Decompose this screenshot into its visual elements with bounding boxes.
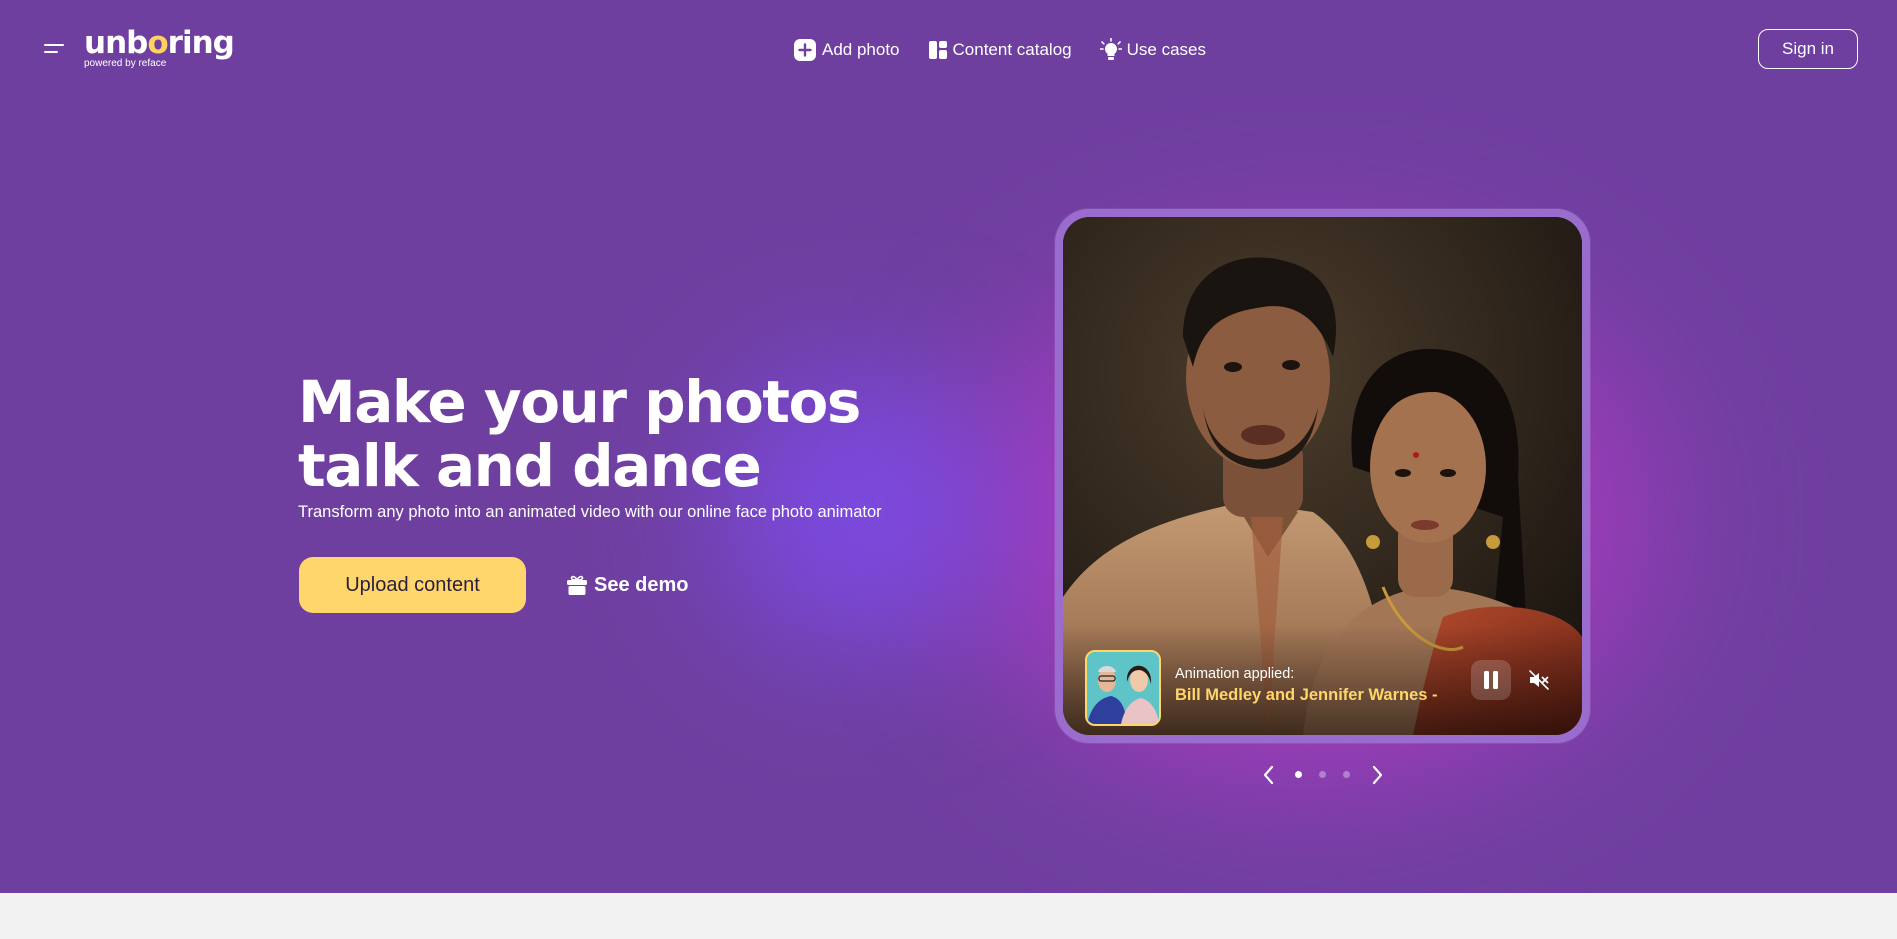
lightbulb-icon <box>1099 38 1122 60</box>
sign-in-button[interactable]: Sign in <box>1758 29 1858 69</box>
plus-square-icon <box>794 39 816 61</box>
hero-section: unboring powered by reface Add photo Con… <box>0 0 1897 893</box>
chevron-left-icon <box>1263 765 1274 785</box>
hero-headline-line2: talk and dance <box>298 432 762 500</box>
video-player[interactable]: Animation applied: Bill Medley and Jenni… <box>1063 217 1582 735</box>
speaker-muted-icon <box>1529 670 1549 690</box>
nav-add-photo[interactable]: Add photo <box>793 38 900 62</box>
carousel-dot-3[interactable] <box>1343 771 1350 778</box>
site-header: unboring powered by reface Add photo Con… <box>0 0 1897 100</box>
animation-thumbnail-image <box>1087 652 1159 724</box>
carousel-dot-1[interactable] <box>1295 771 1302 778</box>
pause-button[interactable] <box>1471 660 1511 700</box>
mute-button[interactable] <box>1521 662 1557 698</box>
hero-subheading: Transform any photo into an animated vid… <box>298 503 882 521</box>
nav-add-photo-label: Add photo <box>822 40 900 59</box>
hamburger-menu-icon[interactable] <box>44 42 66 56</box>
logo-wordmark: unboring <box>84 25 235 61</box>
see-demo-label: See demo <box>594 573 689 596</box>
below-fold-section <box>0 893 1897 939</box>
nav-use-cases-label: Use cases <box>1126 40 1206 59</box>
nav-use-cases[interactable]: Use cases <box>1099 38 1206 62</box>
hero-headline: Make your photos talk and dance <box>298 370 958 498</box>
animation-title[interactable]: Bill Medley and Jennifer Warnes - <box>1175 686 1438 705</box>
pause-icon <box>1484 671 1498 689</box>
carousel-dot-2[interactable] <box>1319 771 1326 778</box>
carousel-next-button[interactable] <box>1368 764 1386 786</box>
nav-content-catalog[interactable]: Content catalog <box>928 38 1072 62</box>
nav-content-catalog-label: Content catalog <box>952 40 1072 59</box>
upload-content-button[interactable]: Upload content <box>299 557 526 613</box>
carousel-prev-button[interactable] <box>1260 764 1278 786</box>
main-nav: Add photo Content catalog Use cases <box>793 38 1206 62</box>
see-demo-button[interactable]: See demo <box>566 570 688 600</box>
catalog-icon <box>928 41 947 59</box>
chevron-right-icon <box>1372 765 1383 785</box>
video-card: Animation applied: Bill Medley and Jenni… <box>1055 209 1590 743</box>
brand-logo[interactable]: unboring powered by reface <box>84 25 235 70</box>
animation-thumbnail[interactable] <box>1085 650 1161 726</box>
gift-icon <box>567 575 587 595</box>
hero-headline-line1: Make your photos <box>298 368 861 436</box>
carousel-controls <box>1260 760 1386 790</box>
animation-applied-label: Animation applied: <box>1175 666 1295 682</box>
